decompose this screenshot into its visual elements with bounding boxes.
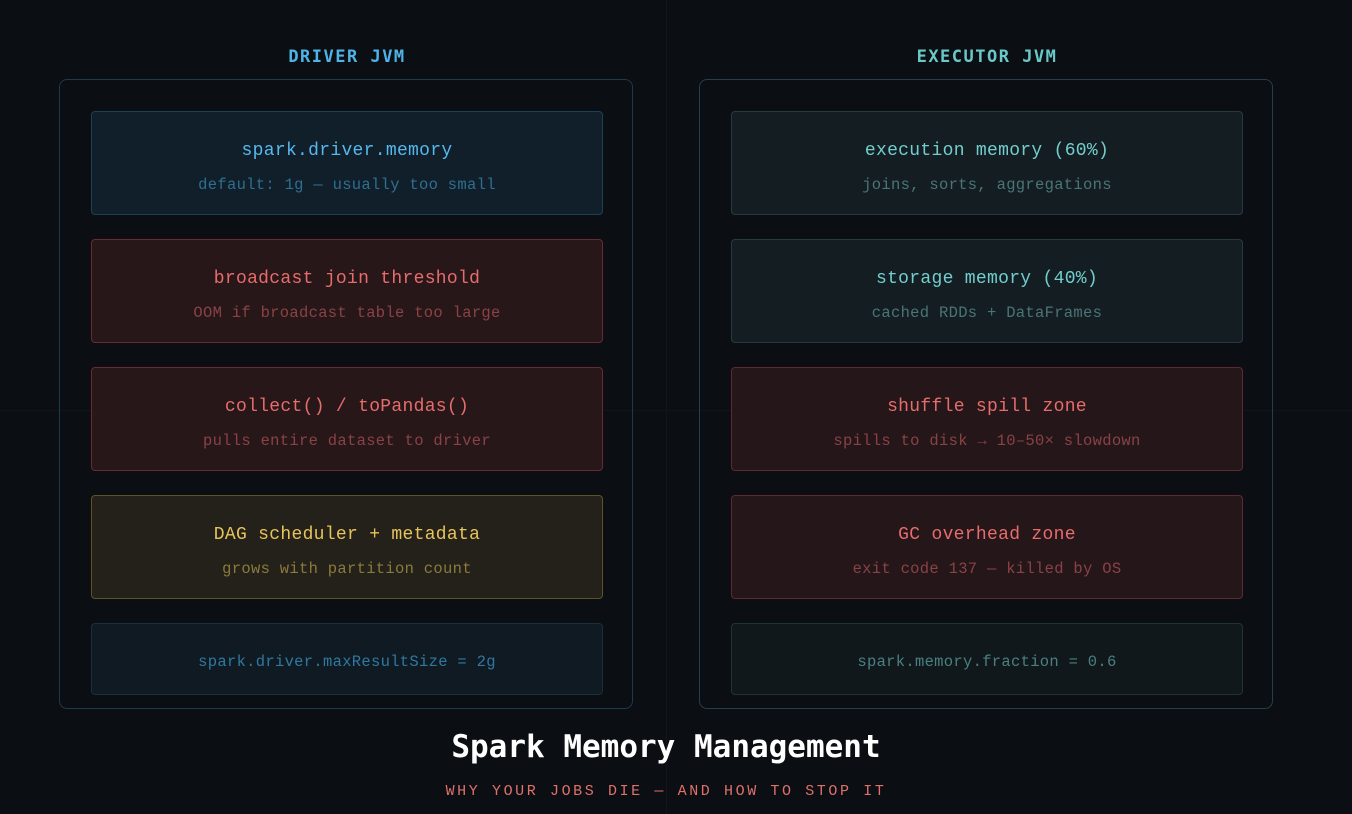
driver-box-title: broadcast join threshold <box>213 269 481 289</box>
executor-panel: execution memory (60%) joins, sorts, agg… <box>699 79 1273 709</box>
executor-box-title: execution memory (60%) <box>864 141 1110 161</box>
driver-box-desc: OOM if broadcast table too large <box>193 304 501 322</box>
driver-box-desc: grows with partition count <box>222 560 472 578</box>
executor-box-execution: execution memory (60%) joins, sorts, agg… <box>731 111 1243 215</box>
executor-box-title: shuffle spill zone <box>887 397 1087 417</box>
driver-footer-text: spark.driver.maxResultSize = 2g <box>198 653 496 671</box>
driver-box-title: DAG scheduler + metadata <box>213 525 481 545</box>
diagram-canvas: DRIVER JVM spark.driver.memory default: … <box>0 0 1352 814</box>
driver-box-title: spark.driver.memory <box>241 141 453 161</box>
driver-box-desc: default: 1g — usually too small <box>198 176 496 194</box>
executor-box-title: storage memory (40%) <box>875 269 1099 289</box>
driver-box-broadcast: broadcast join threshold OOM if broadcas… <box>91 239 603 343</box>
driver-box-dag: DAG scheduler + metadata grows with part… <box>91 495 603 599</box>
executor-footer-config: spark.memory.fraction = 0.6 <box>731 623 1243 695</box>
executor-box-title: GC overhead zone <box>898 525 1076 545</box>
driver-box-collect: collect() / toPandas() pulls entire data… <box>91 367 603 471</box>
executor-box-desc: joins, sorts, aggregations <box>862 176 1112 194</box>
executor-box-storage: storage memory (40%) cached RDDs + DataF… <box>731 239 1243 343</box>
driver-footer-config: spark.driver.maxResultSize = 2g <box>91 623 603 695</box>
executor-box-gc: GC overhead zone exit code 137 — killed … <box>731 495 1243 599</box>
page-subtitle: WHY YOUR JOBS DIE — AND HOW TO STOP IT <box>445 783 887 800</box>
executor-heading: EXECUTOR JVM <box>916 47 1058 67</box>
page-title: Spark Memory Management <box>451 729 881 765</box>
center-divider <box>666 0 667 814</box>
driver-box-memory: spark.driver.memory default: 1g — usuall… <box>91 111 603 215</box>
executor-footer-text: spark.memory.fraction = 0.6 <box>857 653 1117 671</box>
driver-panel: spark.driver.memory default: 1g — usuall… <box>59 79 633 709</box>
driver-box-title: collect() / toPandas() <box>224 397 470 417</box>
executor-box-desc: cached RDDs + DataFrames <box>871 304 1103 322</box>
executor-box-shuffle: shuffle spill zone spills to disk → 10–5… <box>731 367 1243 471</box>
driver-box-desc: pulls entire dataset to driver <box>202 432 492 450</box>
driver-heading: DRIVER JVM <box>288 47 406 67</box>
executor-box-desc: exit code 137 — killed by OS <box>852 560 1122 578</box>
executor-box-desc: spills to disk → 10–50× slowdown <box>833 432 1141 450</box>
